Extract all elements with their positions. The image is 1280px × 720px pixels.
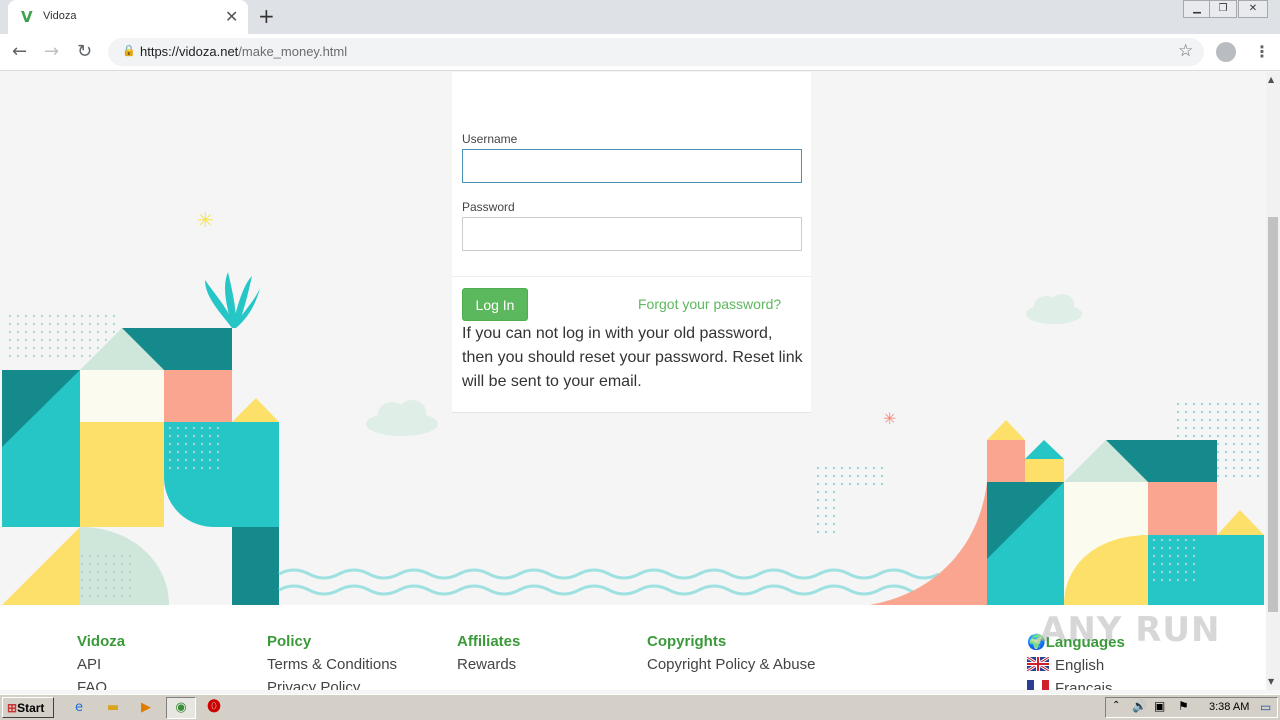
tray-expand-icon[interactable]: ⌃ — [1112, 700, 1120, 711]
forgot-password-link[interactable]: Forgot your password? — [638, 296, 781, 312]
lock-icon: 🔒 — [122, 44, 136, 57]
windows-logo-icon: ⊞ — [7, 700, 18, 715]
footer-link-rewards[interactable]: Rewards — [457, 656, 520, 673]
scroll-up-icon[interactable]: ▲ — [1268, 75, 1274, 84]
footer-heading: Vidoza — [77, 633, 126, 650]
scroll-thumb[interactable] — [1268, 217, 1278, 612]
browser-menu-icon[interactable]: ⋮ — [1254, 42, 1270, 61]
username-label: Username — [462, 132, 518, 146]
security-alert-icon[interactable]: ⓿ — [205, 699, 223, 717]
scroll-down-icon[interactable]: ▼ — [1268, 677, 1274, 686]
language-french-label: Français — [1055, 680, 1113, 690]
browser-tab-bar: V Vidoza ✕ + ▁ ❐ ✕ — [0, 0, 1280, 34]
sparkle-icon: ✳ — [883, 409, 896, 428]
plant-shape — [205, 272, 260, 328]
flag-icon[interactable]: ⚑ — [1178, 699, 1189, 713]
new-tab-icon[interactable]: + — [258, 4, 275, 28]
ie-icon[interactable]: e — [70, 699, 88, 717]
browser-tab[interactable]: V Vidoza ✕ — [8, 0, 248, 34]
footer-column-copyrights: Copyrights Copyright Policy & Abuse — [647, 633, 815, 679]
system-tray: ⌃ 🔊 ▣ ⚑ 3:38 AM — [1105, 697, 1278, 718]
login-button[interactable]: Log In — [462, 288, 528, 321]
start-label: Start — [17, 700, 45, 715]
footer-column-affiliates: Affiliates Rewards — [457, 633, 520, 679]
password-input[interactable] — [462, 217, 802, 251]
browser-toolbar: ← → ↻ 🔒 https://vidoza.net/make_money.ht… — [0, 34, 1280, 71]
volume-icon[interactable]: 🔊 — [1132, 699, 1147, 713]
media-player-icon[interactable]: ▶ — [137, 699, 155, 717]
vidoza-favicon-icon: V — [21, 8, 33, 26]
address-bar[interactable]: 🔒 https://vidoza.net/make_money.html ☆ — [108, 38, 1204, 66]
uk-flag-icon — [1027, 657, 1049, 671]
window-close-icon[interactable]: ✕ — [1238, 0, 1268, 18]
restore-icon[interactable]: ❐ — [1209, 0, 1237, 18]
footer-heading: Affiliates — [457, 633, 521, 650]
forward-icon[interactable]: → — [44, 41, 59, 62]
login-card: Username Password Log In Forgot your pas… — [452, 72, 811, 413]
wave-line — [278, 584, 940, 596]
show-desktop-icon[interactable]: ▭ — [1260, 700, 1271, 714]
sparkle-icon: ✳ — [197, 208, 214, 232]
tab-title: Vidoza — [43, 10, 77, 22]
start-button[interactable]: ⊞Start — [2, 697, 54, 718]
footer-heading: Copyrights — [647, 633, 727, 650]
footer-link-terms[interactable]: Terms & Conditions — [267, 656, 397, 673]
footer-link-copyright-abuse[interactable]: Copyright Policy & Abuse — [647, 656, 815, 673]
footer-link-privacy[interactable]: Privacy Policy — [267, 679, 397, 690]
minimize-icon[interactable]: ▁ — [1183, 0, 1211, 18]
username-input[interactable] — [462, 149, 802, 183]
reload-icon[interactable]: ↻ — [77, 41, 92, 62]
language-english-label: English — [1055, 657, 1105, 674]
page-content: ✳ ✳ Username Password Log In Forgot your… — [0, 72, 1266, 690]
url-host: https://vidoza.net — [140, 44, 239, 59]
folder-icon[interactable]: ▬ — [104, 699, 122, 717]
language-french[interactable]: Français — [1027, 680, 1125, 690]
back-icon[interactable]: ← — [12, 41, 27, 62]
reset-password-note: If you can not log in with your old pass… — [462, 325, 803, 390]
footer-link-api[interactable]: API — [77, 656, 125, 673]
tab-close-icon[interactable]: ✕ — [225, 7, 238, 26]
card-divider — [452, 276, 811, 277]
footer-link-faq[interactable]: FAQ — [77, 679, 125, 690]
language-english[interactable]: English — [1027, 657, 1125, 674]
clock: 3:38 AM — [1209, 701, 1250, 713]
password-label: Password — [462, 200, 515, 214]
footer-column-policy: Policy Terms & Conditions Privacy Policy — [267, 633, 397, 690]
url-text[interactable]: https://vidoza.net/make_money.html — [140, 44, 347, 59]
windows-taskbar: ⊞Start e ▬ ▶ ◉ ⓿ ⌃ 🔊 ▣ ⚑ 3:38 AM ▭ — [0, 694, 1280, 720]
page-scrollbar[interactable]: ▲ ▼ — [1266, 72, 1280, 690]
footer-column-vidoza: Vidoza API FAQ — [77, 633, 125, 690]
wave-line — [278, 568, 940, 580]
network-icon[interactable]: ▣ — [1154, 699, 1165, 713]
france-flag-icon — [1027, 680, 1049, 690]
profile-avatar-icon[interactable] — [1216, 42, 1236, 62]
bookmark-star-icon[interactable]: ☆ — [1178, 41, 1193, 61]
anyrun-watermark: ANY RUN — [1040, 610, 1221, 650]
footer-heading: Policy — [267, 633, 312, 650]
url-path: /make_money.html — [238, 44, 348, 59]
chrome-taskbar-icon[interactable]: ◉ — [166, 697, 196, 719]
